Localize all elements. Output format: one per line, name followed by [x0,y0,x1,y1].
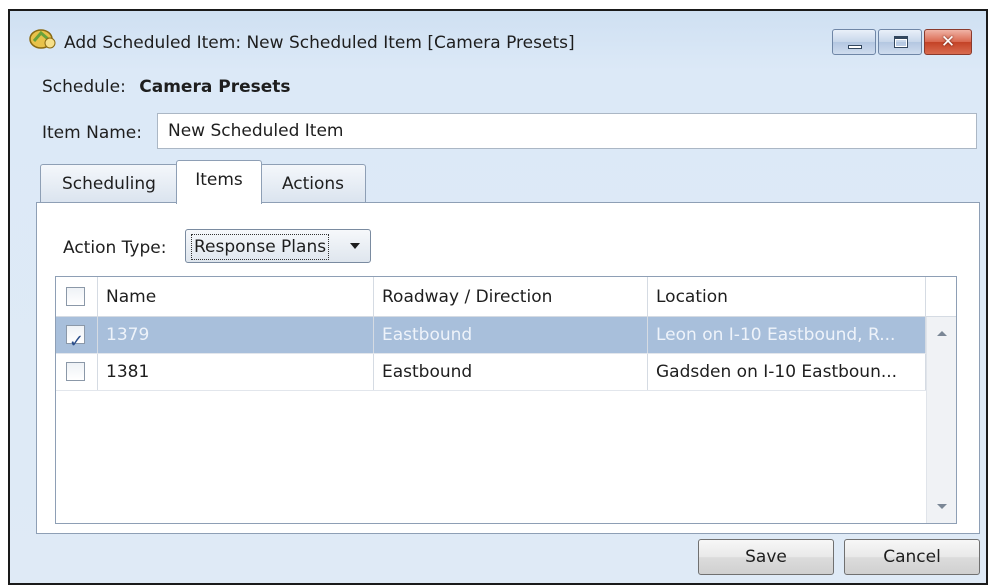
checkmark-icon: ✓ [69,331,85,352]
tab-items[interactable]: Items [176,160,262,204]
window-controls: ✕ [832,29,972,55]
row-name: 1381 [98,354,374,390]
items-tab-panel: Action Type: Response Plans Name Roadway… [36,202,980,534]
action-type-selected-value: Response Plans [191,234,330,260]
item-name-input[interactable]: New Scheduled Item [157,113,977,149]
maximize-icon [894,36,908,48]
action-type-dropdown[interactable]: Response Plans [185,229,371,263]
close-button[interactable]: ✕ [924,29,972,55]
header-select-all-cell [56,277,98,316]
tab-actions[interactable]: Actions [260,164,366,202]
column-header-location[interactable]: Location [648,277,926,316]
vertical-scrollbar[interactable] [926,317,956,523]
row-location: Leon on I-10 Eastbound, R... [648,317,926,353]
scheduled-item-app-icon [29,29,56,49]
schedule-row: Schedule: Camera Presets [42,77,291,97]
tab-scheduling[interactable]: Scheduling [40,164,178,202]
row-checkbox-cell: ✓ [56,317,98,353]
column-header-roadway-direction[interactable]: Roadway / Direction [374,277,648,316]
save-button[interactable]: Save [698,539,834,575]
grid-header: Name Roadway / Direction Location [56,277,956,317]
scroll-down-icon[interactable] [937,504,947,509]
row-name: 1379 [98,317,374,353]
table-row[interactable]: 1381 Eastbound Gadsden on I-10 Eastboun.… [56,354,926,391]
minimize-button[interactable] [832,29,876,55]
row-checkbox-cell [56,354,98,390]
items-grid: Name Roadway / Direction Location ✓ 1379… [55,276,957,524]
close-icon: ✕ [940,32,956,52]
row-roadway-direction: Eastbound [374,317,648,353]
window-title: Add Scheduled Item: New Scheduled Item [… [64,33,575,53]
row-roadway-direction: Eastbound [374,354,648,390]
row-checkbox[interactable] [66,362,85,381]
schedule-label: Schedule: [42,77,126,97]
item-name-label: Item Name: [42,123,142,143]
column-header-name[interactable]: Name [98,277,374,316]
row-location: Gadsden on I-10 Eastboun... [648,354,926,390]
dialog-window: Add Scheduled Item: New Scheduled Item [… [8,9,988,585]
cancel-button[interactable]: Cancel [844,539,980,575]
maximize-button[interactable] [878,29,922,55]
title-bar[interactable]: Add Scheduled Item: New Scheduled Item [… [10,11,986,67]
minimize-icon [848,45,862,49]
select-all-checkbox[interactable] [66,287,85,306]
action-type-label: Action Type: [63,238,167,258]
schedule-value: Camera Presets [139,77,291,97]
scroll-up-icon[interactable] [937,331,947,336]
row-checkbox[interactable]: ✓ [66,325,85,352]
chevron-down-icon [350,243,360,249]
table-row[interactable]: ✓ 1379 Eastbound Leon on I-10 Eastbound,… [56,317,926,354]
